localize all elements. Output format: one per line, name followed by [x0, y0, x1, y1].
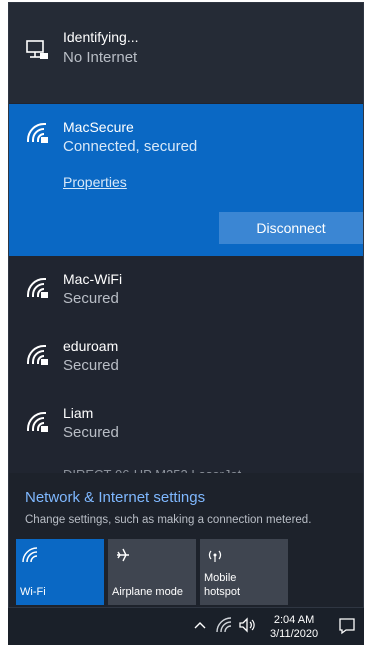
- airplane-icon: [117, 548, 129, 562]
- ethernet-status: No Internet: [63, 49, 138, 66]
- volume-icon[interactable]: [238, 617, 256, 633]
- ethernet-title: Identifying...: [63, 29, 139, 45]
- clock-time: 2:04 AM: [273, 614, 315, 626]
- hotspot-icon: [208, 550, 222, 562]
- taskbar: 2:04 AM 3/11/2020: [8, 608, 364, 645]
- network-settings-description: Change settings, such as making a connec…: [25, 514, 312, 526]
- airplane-mode-tile[interactable]: Airplane mode: [108, 539, 196, 605]
- network-name: MacSecure: [63, 119, 134, 135]
- ethernet-status-row[interactable]: Identifying... No Internet: [9, 3, 363, 103]
- network-status: Secured: [63, 424, 119, 441]
- clock-date: 3/11/2020: [270, 628, 319, 640]
- show-hidden-icons-chevron-icon[interactable]: [194, 620, 206, 630]
- tile-label: Wi-Fi: [20, 586, 46, 598]
- tile-label-line1: Mobile: [204, 572, 237, 584]
- disconnect-button[interactable]: Disconnect: [219, 212, 363, 244]
- mobile-hotspot-tile[interactable]: Mobile hotspot: [200, 539, 288, 605]
- network-list-item[interactable]: eduroam Secured: [9, 326, 363, 392]
- tile-label: Airplane mode: [112, 586, 183, 598]
- wifi-secured-icon: [27, 412, 48, 432]
- connected-network-item[interactable]: MacSecure Connected, secured Properties …: [9, 104, 363, 256]
- wifi-secured-icon: [27, 345, 48, 365]
- network-status: Connected, secured: [63, 138, 198, 155]
- network-flyout: Identifying... No Internet MacSecure Con…: [8, 2, 364, 608]
- wifi-secured-icon: [27, 278, 48, 298]
- clock[interactable]: 2:04 AM 3/11/2020: [270, 613, 318, 641]
- network-status: Secured: [63, 290, 119, 307]
- action-center-icon[interactable]: [338, 617, 356, 635]
- network-name: Liam: [63, 405, 94, 421]
- tile-label: Mobile hotspot: [204, 571, 240, 599]
- ethernet-monitor-icon: [26, 40, 48, 59]
- network-list-item[interactable]: Mac-WiFi Secured: [9, 259, 363, 325]
- network-status: Secured: [63, 357, 119, 374]
- network-name: eduroam: [63, 338, 119, 354]
- network-name: Mac-WiFi: [63, 271, 123, 287]
- properties-link[interactable]: Properties: [63, 174, 127, 190]
- wifi-icon: [22, 547, 38, 563]
- wifi-secured-icon: [27, 123, 48, 143]
- network-list-item[interactable]: Liam Secured: [9, 393, 363, 459]
- network-settings-link[interactable]: Network & Internet settings: [25, 489, 205, 506]
- wifi-toggle-tile[interactable]: Wi-Fi: [16, 539, 104, 605]
- tile-label-line2: hotspot: [204, 586, 241, 598]
- wifi-tray-icon[interactable]: [216, 617, 234, 633]
